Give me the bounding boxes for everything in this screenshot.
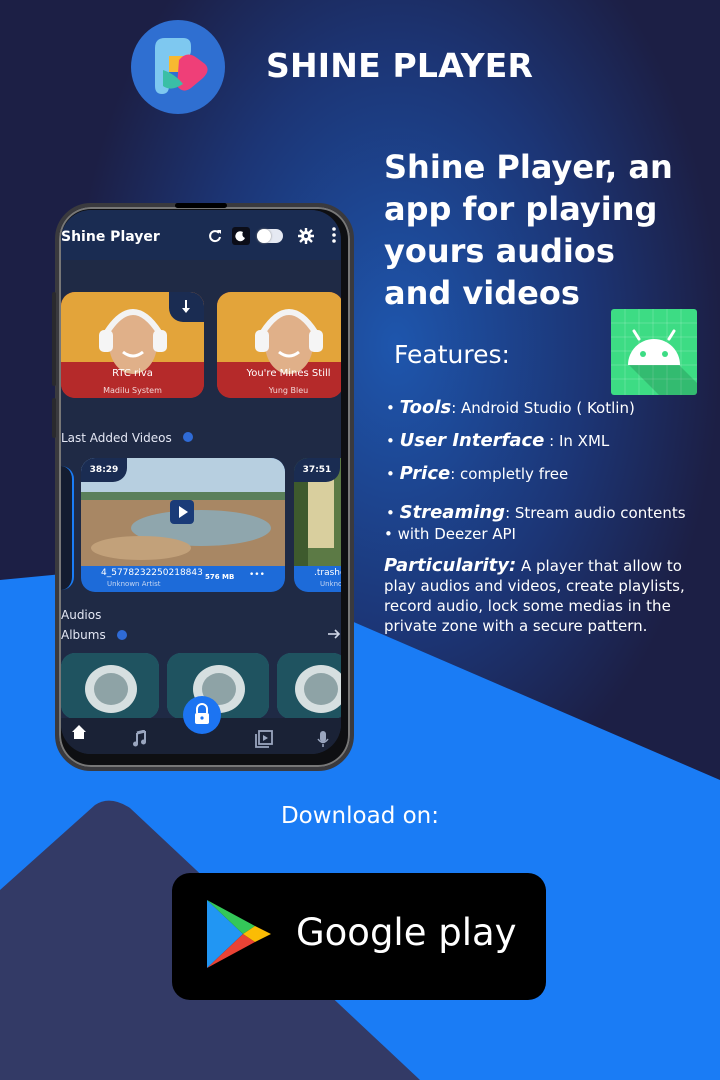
more-icon[interactable] xyxy=(331,226,337,244)
video-card[interactable]: 37:51 .trashe Unknow xyxy=(294,458,341,592)
music-note-icon[interactable] xyxy=(132,730,148,748)
phone-speaker xyxy=(175,203,227,208)
download-label: Download on: xyxy=(280,803,440,829)
particularity-label: Particularity: xyxy=(384,555,517,576)
gear-icon[interactable] xyxy=(298,228,314,244)
headline-line: app for playing xyxy=(384,190,658,228)
video-duration: 38:29 xyxy=(81,458,127,482)
album-cover-image xyxy=(277,653,341,719)
headline: Shine Player, an app for playing yours a… xyxy=(384,146,704,314)
lock-icon xyxy=(195,703,209,724)
song-card[interactable]: You're Mines Still Yung Bleu xyxy=(217,292,341,398)
song-card[interactable]: RTC riva Madilu System xyxy=(61,292,204,398)
feature-label: Streaming xyxy=(399,502,506,523)
download-badge[interactable] xyxy=(169,292,204,322)
last-added-label: Last Added Videos xyxy=(61,431,172,445)
features-title: Features: xyxy=(394,340,510,369)
album-card[interactable] xyxy=(61,653,159,719)
song-artist: Yung Bleu xyxy=(268,386,309,395)
microphone-icon[interactable] xyxy=(317,730,329,748)
lock-fab[interactable] xyxy=(183,696,221,734)
video-duration: 37:51 xyxy=(294,458,340,482)
refresh-icon[interactable] xyxy=(208,229,222,243)
android-badge xyxy=(611,309,697,395)
album-card[interactable] xyxy=(277,653,341,719)
section-dot xyxy=(183,432,193,442)
feature-bullet: • xyxy=(386,399,395,417)
album-cover-image xyxy=(61,653,159,719)
video-artist: Unknown Artist xyxy=(107,580,161,588)
google-play-label: Google play xyxy=(296,911,517,954)
feature-text: : Stream audio contents xyxy=(505,504,686,522)
home-icon[interactable] xyxy=(71,724,87,740)
particularity: Particularity: A player that allow to pl… xyxy=(384,556,714,636)
feature-bullet: • xyxy=(386,432,395,450)
phone-screen: Shine Player RTC riva Madilu System You'… xyxy=(61,210,341,754)
moon-icon xyxy=(235,231,245,242)
play-icon xyxy=(179,506,188,518)
switch-knob xyxy=(257,229,271,243)
phone-side-button xyxy=(52,398,56,438)
video-card[interactable]: 38:29 4_5778232250218843 Unknown Artist … xyxy=(81,458,285,592)
feature-streaming: • Streaming: Stream audio contents xyxy=(386,503,686,523)
feature-ui: • User Interface : In XML xyxy=(386,431,609,451)
feature-bullet: • xyxy=(386,504,395,522)
video-size: 576 MB xyxy=(205,573,235,581)
video-artist: Unknow xyxy=(320,580,341,588)
brand-title: SHINE PLAYER xyxy=(266,46,534,85)
logo-icon xyxy=(131,20,225,114)
shine-player-logo xyxy=(131,20,225,114)
headline-line: and videos xyxy=(384,274,580,312)
feature-text: : In XML xyxy=(544,432,610,450)
video-card-partial[interactable] xyxy=(61,466,74,590)
feature-tools: • Tools: Android Studio ( Kotlin) xyxy=(386,398,635,418)
app-title: Shine Player xyxy=(61,229,160,245)
feature-text: : completly free xyxy=(450,465,569,483)
audios-label: Audios xyxy=(61,608,102,622)
video-name: 4_5778232250218843 xyxy=(101,568,203,578)
headline-line: yours audios xyxy=(384,232,615,270)
dark-mode-toggle[interactable] xyxy=(232,227,250,245)
video-name: .trashe xyxy=(314,568,341,578)
google-play-icon xyxy=(207,900,271,968)
video-library-icon[interactable] xyxy=(255,730,273,748)
song-title: You're Mines Still xyxy=(246,368,331,379)
download-icon xyxy=(182,300,190,313)
phone-side-button xyxy=(52,292,56,386)
song-artist: Madilu System xyxy=(103,386,162,395)
arrow-right-icon[interactable] xyxy=(327,628,341,640)
android-icon xyxy=(611,309,697,395)
theme-switch[interactable] xyxy=(257,229,283,243)
feature-price: • Price: completly free xyxy=(386,464,568,484)
feature-label: Tools xyxy=(399,397,452,418)
feature-label: User Interface xyxy=(399,430,545,451)
section-dot xyxy=(117,630,127,640)
song-title: RTC riva xyxy=(112,368,153,379)
feature-text: : Android Studio ( Kotlin) xyxy=(451,399,635,417)
feature-bullet: • xyxy=(386,465,395,483)
feature-label: Price xyxy=(399,463,451,484)
song-cover-image xyxy=(217,292,341,398)
play-button[interactable] xyxy=(170,500,194,524)
feature-streaming-sub: • with Deezer API xyxy=(384,525,516,543)
headline-line: Shine Player, an xyxy=(384,148,673,186)
video-more-icon[interactable]: ••• xyxy=(249,570,265,580)
albums-label: Albums xyxy=(61,628,106,642)
